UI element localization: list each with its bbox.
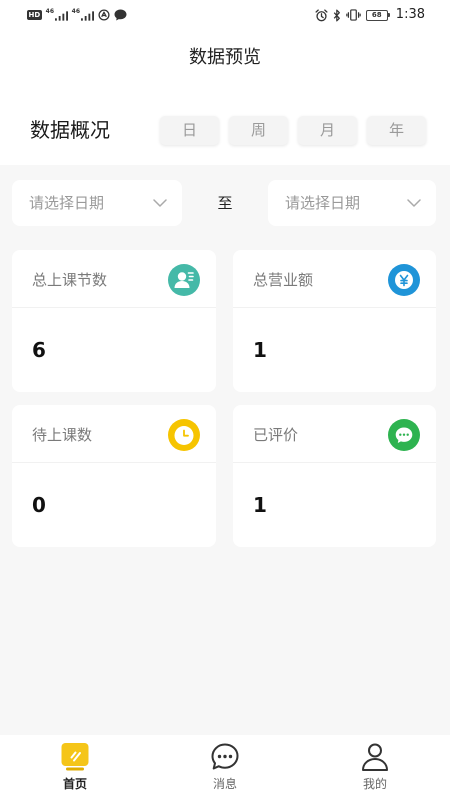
stat-card-reviewed[interactable]: 已评价 1 xyxy=(233,405,436,547)
status-time: 1:38 xyxy=(395,7,425,22)
tab-label: 首页 xyxy=(62,777,87,791)
period-tab-year[interactable]: 年 xyxy=(367,116,426,145)
period-tabs: 日 周 月 年 xyxy=(160,116,426,145)
pending-clock-icon xyxy=(168,419,200,451)
stat-label: 已评价 xyxy=(253,426,299,444)
stat-value: 1 xyxy=(253,338,267,362)
home-icon xyxy=(60,742,90,772)
stat-value: 0 xyxy=(32,493,46,517)
stat-value: 6 xyxy=(32,338,46,362)
vibrate-icon xyxy=(346,9,361,21)
card-divider xyxy=(233,462,436,463)
stat-card-total-classes[interactable]: 总上课节数 6 xyxy=(12,250,216,392)
signal-icon xyxy=(54,11,68,21)
hd-badge: HD xyxy=(27,10,42,20)
battery-icon: 68 xyxy=(365,9,391,21)
tab-label: 我的 xyxy=(362,777,387,791)
tab-messages[interactable]: 消息 xyxy=(150,735,300,800)
period-tab-month[interactable]: 月 xyxy=(298,116,357,145)
alarm-icon xyxy=(315,8,328,22)
message-icon xyxy=(210,742,240,772)
network-type-label: 46 xyxy=(71,8,81,15)
chevron-down-icon xyxy=(153,199,167,207)
signal-icon xyxy=(80,11,94,21)
period-tab-day[interactable]: 日 xyxy=(160,116,219,145)
revenue-yen-icon xyxy=(388,264,420,296)
period-tab-week[interactable]: 周 xyxy=(229,116,288,145)
status-bar-left: HD 46 46 xyxy=(27,8,127,22)
tab-home[interactable]: 首页 xyxy=(0,735,150,800)
stat-label: 总营业额 xyxy=(253,271,314,289)
stat-value: 1 xyxy=(253,493,267,517)
status-bar-right: 68 1:38 xyxy=(315,7,425,23)
reviewed-chat-icon xyxy=(388,419,420,451)
stat-label: 待上课数 xyxy=(32,426,93,444)
card-divider xyxy=(12,462,216,463)
chevron-down-icon xyxy=(407,199,421,207)
start-date-picker[interactable]: 请选择日期 xyxy=(12,180,182,226)
status-bar: HD 46 46 68 1:38 xyxy=(0,0,450,30)
class-count-icon xyxy=(168,264,200,296)
date-range-separator: 至 xyxy=(217,194,233,212)
stat-card-total-revenue[interactable]: 总营业额 1 xyxy=(233,250,436,392)
end-date-placeholder: 请选择日期 xyxy=(285,194,361,212)
content-area: 请选择日期 至 请选择日期 总上课节数 6 总营业额 1 待上课数 0 已评价 … xyxy=(0,165,450,735)
signal-strength-2: 46 xyxy=(71,8,94,21)
app-notification-icon xyxy=(98,9,110,21)
stat-label: 总上课节数 xyxy=(32,271,108,289)
chat-notification-icon xyxy=(114,9,127,21)
stat-card-pending-classes[interactable]: 待上课数 0 xyxy=(12,405,216,547)
card-divider xyxy=(233,307,436,308)
card-divider xyxy=(12,307,216,308)
end-date-picker[interactable]: 请选择日期 xyxy=(268,180,436,226)
overview-title: 数据概况 xyxy=(30,118,110,142)
bottom-tab-bar: 首页 消息 我的 xyxy=(0,735,450,800)
tab-label: 消息 xyxy=(212,777,237,791)
signal-strength-1: 46 xyxy=(45,8,68,21)
page-title: 数据预览 xyxy=(189,47,261,68)
profile-icon xyxy=(360,742,390,772)
bluetooth-icon xyxy=(333,9,341,22)
start-date-placeholder: 请选择日期 xyxy=(29,194,105,212)
network-type-label: 46 xyxy=(45,8,55,15)
battery-level: 68 xyxy=(371,11,382,19)
tab-profile[interactable]: 我的 xyxy=(300,735,450,800)
